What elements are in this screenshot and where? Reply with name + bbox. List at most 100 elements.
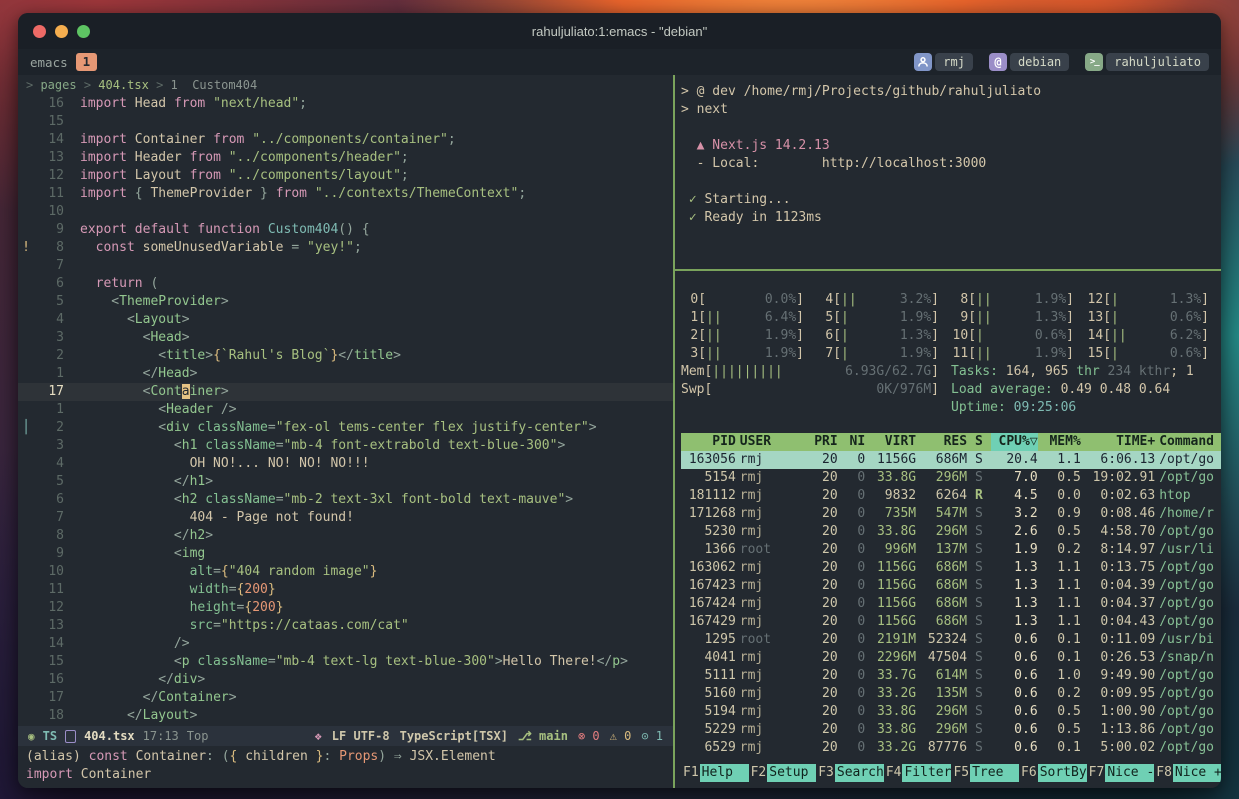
code-line[interactable]: 16import Head from "next/head"; (18, 95, 673, 113)
code-line[interactable]: 9export default function Custom404() { (18, 221, 673, 239)
process-row[interactable]: 4041rmj2002296M47504S0.60.10:26.53/snap/… (681, 649, 1221, 667)
process-row[interactable]: 5194rmj20033.8G296MS0.60.51:00.90/opt/go (681, 703, 1221, 721)
right-pane: > @ dev /home/rmj/Projects/github/rahulj… (675, 75, 1221, 788)
code-line[interactable]: 17 </Container> (18, 689, 673, 707)
cpu-meter: 11[||1.9%] (951, 345, 1086, 363)
code-lines[interactable]: 16import Head from "next/head"; 15 14imp… (18, 95, 673, 726)
process-row[interactable]: 167424rmj2001156G686MS1.31.10:04.37/opt/… (681, 595, 1221, 613)
fkey-f1[interactable]: F1Help (681, 764, 749, 782)
gutter (18, 131, 34, 149)
emacs-editor-pane[interactable]: > pages > 404.tsx > 1 Custom404 16import… (18, 75, 673, 788)
htop-stats: Tasks: 164, 965 thr 234 kthr; 1Load aver… (951, 363, 1221, 417)
column-header-user[interactable]: USER (740, 433, 803, 451)
code-line[interactable]: 1 </Head> (18, 365, 673, 383)
code-line[interactable]: 13 src="https://cataas.com/cat" (18, 617, 673, 635)
process-row[interactable]: 167429rmj2001156G686MS1.31.10:04.43/opt/… (681, 613, 1221, 631)
fkey-f2[interactable]: F2Setup (749, 764, 817, 782)
code-line[interactable]: 16 </div> (18, 671, 673, 689)
code-line[interactable]: 1 <Header /> (18, 401, 673, 419)
code-line[interactable]: 13import Header from "../components/head… (18, 149, 673, 167)
cpu-meter: 0[0.0%] (681, 291, 816, 309)
code-line[interactable]: 12 height={200} (18, 599, 673, 617)
process-row[interactable]: 5229rmj20033.8G296MS0.60.51:13.86/opt/go (681, 721, 1221, 739)
code-line[interactable]: 12import Layout from "../components/layo… (18, 167, 673, 185)
code-line[interactable]: 7 (18, 257, 673, 275)
code-line[interactable]: 11 width={200} (18, 581, 673, 599)
fkey-f8[interactable]: F8Nice + (1154, 764, 1221, 782)
process-row[interactable]: 1295root2002191M52324S0.60.10:11.09/usr/… (681, 631, 1221, 649)
line-number: 8 (34, 239, 64, 257)
column-header-mem[interactable]: MEM% (1042, 433, 1081, 451)
code-line[interactable]: 6 <h2 className="mb-2 text-3xl font-bold… (18, 491, 673, 509)
code-line[interactable]: 17 <Container> (18, 383, 673, 401)
column-header-ni[interactable]: NI (842, 433, 865, 451)
terminal-output: > @ dev /home/rmj/Projects/github/rahulj… (681, 83, 1221, 227)
code-line[interactable]: 10 alt={"404 random image"} (18, 563, 673, 581)
column-header-st[interactable]: S (971, 433, 987, 451)
code-line[interactable]: 9 <img (18, 545, 673, 563)
tmux-status-bar: emacs 1 rmj @ debian >_ rahuljuliato (18, 49, 1221, 75)
code-line[interactable]: !8 const someUnusedVariable = "yey!"; (18, 239, 673, 257)
gutter (18, 455, 34, 473)
code-line[interactable]: 15 (18, 113, 673, 131)
gutter (18, 653, 34, 671)
code-line[interactable]: 7 404 - Page not found! (18, 509, 673, 527)
htop-pane[interactable]: 0[0.0%]4[||3.2%]8[||1.9%]12[|1.3%]1[||6.… (675, 271, 1221, 788)
code-line[interactable]: 4 OH NO!... NO! NO! NO!!! (18, 455, 673, 473)
process-row[interactable]: 5111rmj20033.7G614MS0.61.09:49.90/opt/go (681, 667, 1221, 685)
fkey-f6[interactable]: F6SortBy (1019, 764, 1087, 782)
code-line[interactable]: │2 <div className="fex-ol tems-center fl… (18, 419, 673, 437)
process-row[interactable]: 5230rmj20033.8G296MS2.60.54:58.70/opt/go (681, 523, 1221, 541)
process-row[interactable]: 181112rmj20098326264R4.50.00:02.63htop (681, 487, 1221, 505)
column-header-virt[interactable]: VIRT (869, 433, 916, 451)
column-header-res[interactable]: RES (920, 433, 967, 451)
code-line[interactable]: 15 <p className="mb-4 text-lg text-blue-… (18, 653, 673, 671)
code-line[interactable]: 3 <h1 className="mb-4 font-extrabold tex… (18, 437, 673, 455)
process-row[interactable]: 167423rmj2001156G686MS1.31.10:04.39/opt/… (681, 577, 1221, 595)
column-header-pid[interactable]: PID (681, 433, 736, 451)
code-line[interactable]: 10 (18, 203, 673, 221)
process-row[interactable]: 6529rmj20033.2G87776S0.60.15:00.02/opt/g… (681, 739, 1221, 757)
process-row[interactable]: 163056rmj2001156G686MS20.41.16:06.13/opt… (681, 451, 1221, 469)
process-row[interactable]: 5154rmj20033.8G296MS7.00.519:02.91/opt/g… (681, 469, 1221, 487)
line-number: 1 (34, 365, 64, 383)
process-table: 163056rmj2001156G686MS20.41.16:06.13/opt… (681, 451, 1221, 757)
meter-bottom-row: Mem[|||||||||6.93G/62.7G] Swp[0K/976M] T… (681, 363, 1221, 417)
column-header-cmd[interactable]: Command (1159, 433, 1221, 451)
code-line[interactable]: 6 return ( (18, 275, 673, 293)
column-header-cpu[interactable]: CPU%▽ (991, 433, 1038, 451)
fkey-f4[interactable]: F4Filter (884, 764, 952, 782)
fkey-f5[interactable]: F5Tree (951, 764, 1019, 782)
code-line[interactable]: 14 /> (18, 635, 673, 653)
fkey-f7[interactable]: F7Nice - (1087, 764, 1155, 782)
column-header-pri[interactable]: PRI (806, 433, 837, 451)
process-row[interactable]: 5160rmj20033.2G135MS0.60.20:09.95/opt/go (681, 685, 1221, 703)
maximize-button[interactable] (77, 25, 90, 38)
minimize-button[interactable] (55, 25, 68, 38)
shell-pane[interactable]: > @ dev /home/rmj/Projects/github/rahulj… (675, 75, 1221, 269)
fkey-f3[interactable]: F3Search (816, 764, 884, 782)
window-titlebar[interactable]: rahuljuliato:1:emacs - "debian" (18, 13, 1221, 49)
code-line[interactable]: 14import Container from "../components/c… (18, 131, 673, 149)
process-row[interactable]: 1366root200996M137MS1.90.28:14.97/usr/li (681, 541, 1221, 559)
process-row[interactable]: 163062rmj2001156G686MS1.31.10:13.75/opt/… (681, 559, 1221, 577)
gutter (18, 617, 34, 635)
line-number: 16 (34, 95, 64, 113)
code-line[interactable]: 8 </h2> (18, 527, 673, 545)
process-row[interactable]: 171268rmj200735M547MS3.20.90:08.46/home/… (681, 505, 1221, 523)
line-number: 13 (34, 149, 64, 167)
column-header-time[interactable]: TIME+ (1085, 433, 1155, 451)
code-line[interactable]: 11import { ThemeProvider } from "../cont… (18, 185, 673, 203)
close-button[interactable] (33, 25, 46, 38)
modeline-right-group: ❖ LF UTF-8 TypeScript[TSX] ⎇ main ⊗ 0 ⚠ … (315, 729, 663, 743)
code-line[interactable]: 4 <Layout> (18, 311, 673, 329)
stats-line: Uptime: 09:25:06 (951, 399, 1221, 417)
code-line[interactable]: 3 <Head> (18, 329, 673, 347)
breadcrumb[interactable]: > pages > 404.tsx > 1 Custom404 (18, 75, 673, 95)
code-line[interactable]: 2 <title>{`Rahul's Blog`}</title> (18, 347, 673, 365)
echo-area: (alias) const Container: ({ children }: … (18, 746, 673, 788)
code-line[interactable]: 5 </h1> (18, 473, 673, 491)
tmux-window-index[interactable]: 1 (76, 53, 98, 71)
code-line[interactable]: 5 <ThemeProvider> (18, 293, 673, 311)
code-line[interactable]: 18 </Layout> (18, 707, 673, 725)
